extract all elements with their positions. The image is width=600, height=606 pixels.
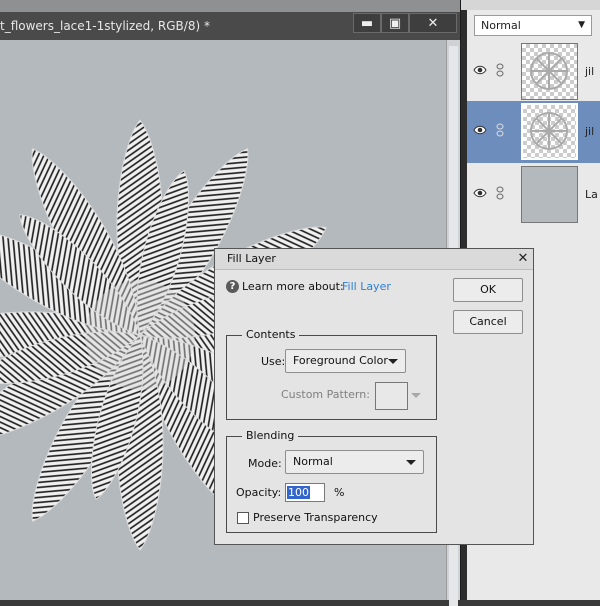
dialog-title: Fill Layer	[227, 252, 276, 265]
layer-thumbnail[interactable]	[521, 103, 578, 160]
minimize-icon: ▬	[360, 16, 374, 31]
cancel-button[interactable]: Cancel	[453, 310, 523, 334]
dropdown-arrow-icon	[406, 460, 416, 465]
dropdown-arrow-icon	[388, 359, 398, 364]
layer-name: jil	[585, 125, 595, 138]
minimize-button[interactable]: ▬	[353, 13, 381, 33]
panel-toolbar-strip	[461, 0, 600, 10]
layer-row[interactable]: jil	[467, 41, 600, 103]
chevron-down-icon: ▼	[578, 20, 585, 30]
maximize-icon: ▣	[388, 16, 402, 31]
blending-group: Blending Mode: Normal Opacity: 100 % Pre…	[226, 429, 437, 533]
link-icon[interactable]	[496, 63, 504, 77]
close-window-button[interactable]: ✕	[409, 13, 457, 33]
ok-button[interactable]: OK	[453, 278, 523, 302]
learn-more-text: Learn more about:	[242, 280, 344, 293]
fill-layer-dialog: Fill Layer ✕ ? Learn more about: Fill La…	[214, 248, 534, 545]
mode-label: Mode:	[248, 457, 282, 470]
custom-pattern-swatch	[375, 382, 408, 410]
document-titlebar[interactable]: t_flowers_lace1-1stylized, RGB/8) * ▬ ▣ …	[0, 0, 460, 40]
mode-dropdown[interactable]: Normal	[285, 450, 424, 474]
preserve-transparency-checkbox[interactable]	[237, 512, 249, 524]
maximize-button[interactable]: ▣	[381, 13, 409, 33]
link-icon[interactable]	[496, 186, 504, 200]
opacity-value: 100	[287, 486, 310, 499]
preserve-transparency-label[interactable]: Preserve Transparency	[253, 511, 378, 524]
eye-icon[interactable]	[473, 65, 487, 75]
layer-thumbnail[interactable]	[521, 166, 578, 223]
use-dropdown-value: Foreground Color	[293, 354, 388, 367]
titlebar-top-strip	[0, 0, 460, 12]
opacity-input[interactable]: 100	[285, 483, 325, 502]
blending-group-label: Blending	[242, 429, 299, 442]
mode-dropdown-value: Normal	[293, 455, 333, 468]
layer-row-selected[interactable]: jil	[467, 101, 600, 163]
use-label: Use:	[261, 355, 286, 368]
layer-thumbnail[interactable]	[521, 43, 578, 100]
learn-more-link[interactable]: Fill Layer	[342, 280, 391, 293]
layer-name: jil	[585, 65, 595, 78]
contents-group-label: Contents	[242, 328, 300, 341]
pattern-dropdown-arrow-icon	[411, 393, 421, 398]
use-dropdown[interactable]: Foreground Color	[285, 349, 406, 373]
custom-pattern-label: Custom Pattern:	[281, 388, 370, 401]
dialog-close-icon[interactable]: ✕	[515, 250, 531, 267]
eye-icon[interactable]	[473, 188, 487, 198]
eye-icon[interactable]	[473, 125, 487, 135]
link-icon[interactable]	[496, 123, 504, 137]
blend-mode-value: Normal	[481, 19, 521, 32]
document-title: t_flowers_lace1-1stylized, RGB/8) *	[0, 19, 210, 33]
close-icon: ✕	[427, 16, 439, 31]
contents-group: Contents Use: Foreground Color Custom Pa…	[226, 328, 437, 420]
dialog-titlebar[interactable]: Fill Layer ✕	[215, 249, 533, 270]
opacity-label: Opacity:	[236, 486, 282, 499]
layer-name: La	[585, 188, 598, 201]
help-icon: ?	[226, 280, 239, 293]
layer-row[interactable]: La	[467, 164, 600, 226]
blend-mode-select[interactable]: Normal ▼	[474, 15, 592, 36]
opacity-unit: %	[334, 486, 345, 499]
